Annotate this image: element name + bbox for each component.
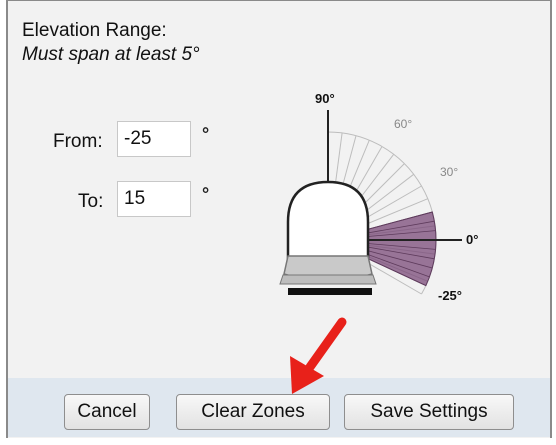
label-neg25-degrees: -25° xyxy=(438,288,462,303)
save-settings-button[interactable]: Save Settings xyxy=(344,394,514,430)
label-0-degrees: 0° xyxy=(466,232,478,247)
label-90-degrees: 90° xyxy=(315,91,335,106)
antenna-dome-icon xyxy=(279,180,377,295)
clear-zones-button[interactable]: Clear Zones xyxy=(176,394,330,430)
cancel-button[interactable]: Cancel xyxy=(64,394,150,430)
label-60-degrees: 60° xyxy=(394,117,412,131)
label-30-degrees: 30° xyxy=(440,165,458,179)
